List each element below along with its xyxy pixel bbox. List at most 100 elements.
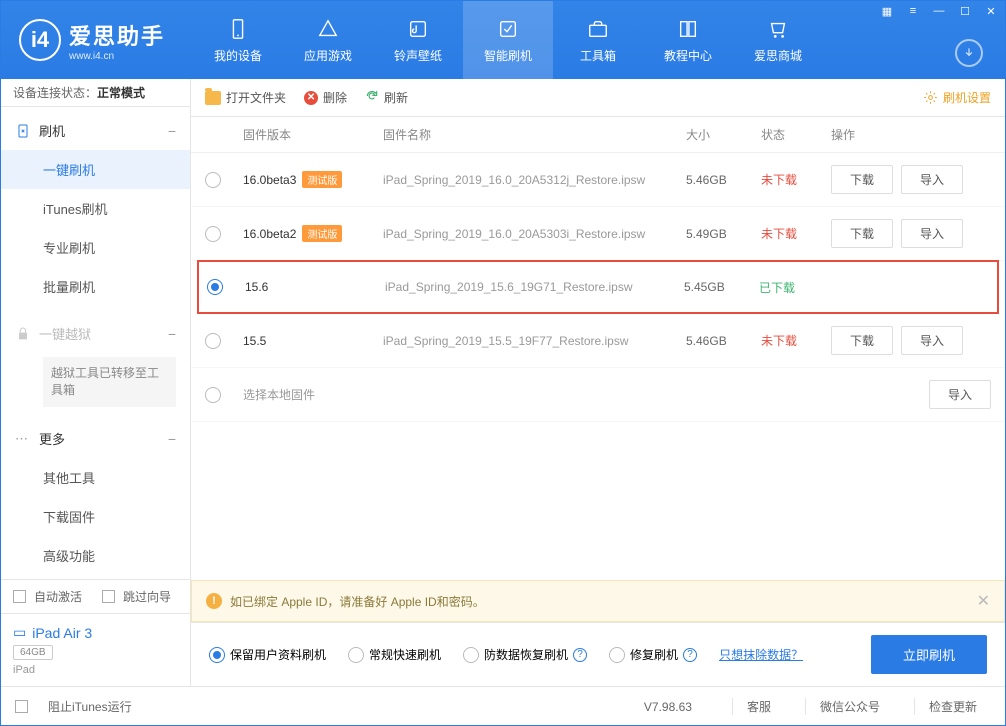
book-icon	[676, 17, 700, 41]
maximize-icon[interactable]: ☐	[957, 3, 973, 19]
app-title: 爱思助手	[69, 19, 165, 51]
radio-icon	[209, 647, 225, 663]
help-icon[interactable]: ?	[573, 648, 587, 662]
music-icon	[406, 17, 430, 41]
import-button[interactable]: 导入	[901, 219, 963, 248]
device-name: ▭iPad Air 3	[13, 624, 178, 641]
sidebar-item-other[interactable]: 其他工具	[1, 458, 190, 497]
nav-apps[interactable]: 应用游戏	[283, 1, 373, 79]
opt-repair[interactable]: 修复刷机?	[609, 646, 697, 663]
block-itunes-checkbox[interactable]	[15, 700, 28, 713]
flash-settings-button[interactable]: 刷机设置	[923, 89, 991, 106]
download-button[interactable]: 下载	[831, 326, 893, 355]
flash-icon	[496, 17, 520, 41]
close-icon[interactable]: ✕	[983, 3, 999, 19]
minimize-icon[interactable]: —	[931, 3, 947, 19]
lock-icon	[15, 326, 31, 342]
collapse-icon: −	[168, 431, 176, 447]
ipad-icon: ▭	[13, 624, 26, 641]
firmware-radio[interactable]	[207, 279, 223, 295]
import-button[interactable]: 导入	[929, 380, 991, 409]
sidebar-item-itunes[interactable]: iTunes刷机	[1, 189, 190, 228]
firmware-radio[interactable]	[205, 172, 221, 188]
download-indicator-icon[interactable]	[955, 39, 983, 67]
nav-store[interactable]: 爱思商城	[733, 1, 823, 79]
download-button[interactable]: 下载	[831, 219, 893, 248]
footer: 阻止iTunes运行 V7.98.63 客服 微信公众号 检查更新	[1, 686, 1005, 726]
firmware-row[interactable]: 15.6 iPad_Spring_2019_15.6_19G71_Restore…	[197, 260, 999, 314]
sidebar-flash-header[interactable]: 刷机−	[1, 111, 190, 150]
phone-icon	[226, 17, 250, 41]
apps-icon	[316, 17, 340, 41]
col-version: 固件版本	[243, 126, 383, 143]
sidebar-more-header[interactable]: ⋯ 更多−	[1, 419, 190, 458]
firmware-radio[interactable]	[205, 333, 221, 349]
sidebar-item-pro[interactable]: 专业刷机	[1, 228, 190, 267]
refresh-icon	[365, 89, 379, 106]
col-status: 状态	[761, 126, 831, 143]
window-controls: ▦ ≡ — ☐ ✕	[879, 3, 999, 19]
warning-icon: !	[206, 593, 222, 609]
wc-grid-icon[interactable]: ▦	[879, 3, 895, 19]
delete-icon: ✕	[304, 91, 318, 105]
auto-activate-checkbox[interactable]	[13, 590, 26, 603]
refresh-button[interactable]: 刷新	[365, 89, 408, 106]
radio-icon	[348, 647, 364, 663]
opt-normal[interactable]: 常规快速刷机	[348, 646, 441, 663]
nav-toolbox[interactable]: 工具箱	[553, 1, 643, 79]
sidebar-item-advanced[interactable]: 高级功能	[1, 536, 190, 575]
open-folder-button[interactable]: 打开文件夹	[205, 89, 286, 106]
support-link[interactable]: 客服	[732, 698, 785, 715]
opt-keep-data[interactable]: 保留用户资料刷机	[209, 646, 326, 663]
app-version: V7.98.63	[644, 700, 692, 714]
opt-anti-recovery[interactable]: 防数据恢复刷机?	[463, 646, 587, 663]
nav-tabs: 我的设备 应用游戏 铃声壁纸 智能刷机 工具箱 教程中心 爱思商城	[193, 1, 823, 79]
firmware-row[interactable]: 16.0beta2测试版 iPad_Spring_2019_16.0_20A53…	[191, 207, 1005, 261]
skip-guide-checkbox[interactable]	[102, 590, 115, 603]
local-fw-radio[interactable]	[205, 387, 221, 403]
flash-now-button[interactable]: 立即刷机	[871, 635, 987, 674]
sidebar-item-batch[interactable]: 批量刷机	[1, 267, 190, 306]
device-info: ▭iPad Air 3 64GB iPad	[1, 613, 190, 686]
col-name: 固件名称	[383, 126, 686, 143]
flash-options: 保留用户资料刷机 常规快速刷机 防数据恢复刷机? 修复刷机? 只想抹除数据？ 立…	[191, 622, 1005, 686]
connection-status: 设备连接状态：正常模式	[1, 79, 190, 107]
app-subtitle: www.i4.cn	[69, 51, 165, 62]
firmware-row[interactable]: 15.5 iPad_Spring_2019_15.5_19F77_Restore…	[191, 314, 1005, 368]
firmware-row[interactable]: 16.0beta3测试版 iPad_Spring_2019_16.0_20A53…	[191, 153, 1005, 207]
firmware-radio[interactable]	[205, 226, 221, 242]
erase-data-link[interactable]: 只想抹除数据？	[719, 646, 803, 663]
wc-menu-icon[interactable]: ≡	[905, 3, 921, 19]
toolbox-icon	[586, 17, 610, 41]
toolbar: 打开文件夹 ✕删除 刷新 刷机设置	[191, 79, 1005, 117]
help-icon[interactable]: ?	[683, 648, 697, 662]
sidebar-jailbreak-header[interactable]: 一键越狱−	[1, 314, 190, 353]
warning-close-icon[interactable]: ✕	[977, 591, 990, 611]
sidebar-item-download[interactable]: 下载固件	[1, 497, 190, 536]
app-header: i4 爱思助手 www.i4.cn 我的设备 应用游戏 铃声壁纸 智能刷机 工具…	[1, 1, 1005, 79]
nav-tutorial[interactable]: 教程中心	[643, 1, 733, 79]
more-icon: ⋯	[15, 431, 31, 447]
sidebar: 设备连接状态：正常模式 刷机− 一键刷机 iTunes刷机 专业刷机 批量刷机 …	[1, 79, 191, 686]
logo-icon: i4	[19, 19, 61, 61]
import-button[interactable]: 导入	[901, 165, 963, 194]
radio-icon	[609, 647, 625, 663]
radio-icon	[463, 647, 479, 663]
import-button[interactable]: 导入	[901, 326, 963, 355]
local-fw-label: 选择本地固件	[243, 386, 831, 403]
download-button[interactable]: 下载	[831, 165, 893, 194]
device-capacity: 64GB	[13, 645, 53, 660]
wechat-link[interactable]: 微信公众号	[805, 698, 894, 715]
main-content: 打开文件夹 ✕删除 刷新 刷机设置 固件版本 固件名称 大小 状态 操作 16.…	[191, 79, 1005, 686]
table-header: 固件版本 固件名称 大小 状态 操作	[191, 117, 1005, 153]
logo: i4 爱思助手 www.i4.cn	[1, 19, 183, 62]
nav-ringtone[interactable]: 铃声壁纸	[373, 1, 463, 79]
collapse-icon: −	[168, 123, 176, 139]
sidebar-item-oneclick[interactable]: 一键刷机	[1, 150, 190, 189]
cart-icon	[766, 17, 790, 41]
check-update-link[interactable]: 检查更新	[914, 698, 991, 715]
nav-my-device[interactable]: 我的设备	[193, 1, 283, 79]
local-firmware-row: 选择本地固件 导入	[191, 368, 1005, 422]
nav-flash[interactable]: 智能刷机	[463, 1, 553, 79]
delete-button[interactable]: ✕删除	[304, 89, 347, 106]
